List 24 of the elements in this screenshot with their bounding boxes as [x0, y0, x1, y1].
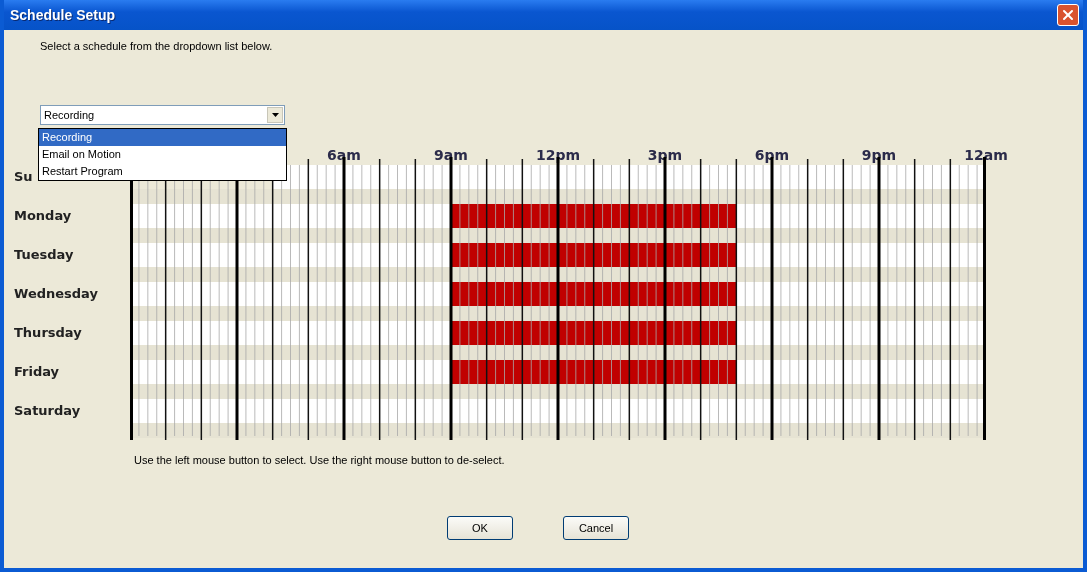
day-label: Wednesday — [14, 285, 98, 303]
day-label: Tuesday — [14, 246, 74, 264]
time-label: 9am — [433, 147, 469, 165]
day-label: Thursday — [14, 324, 82, 342]
schedule-dropdown[interactable]: Recording — [40, 105, 285, 125]
close-icon — [1060, 7, 1076, 23]
time-label: 6am — [326, 147, 362, 165]
time-label: 3pm — [646, 147, 684, 165]
day-label: Saturday — [14, 402, 81, 420]
close-button[interactable] — [1057, 4, 1079, 26]
cancel-button[interactable]: Cancel — [563, 516, 629, 540]
window-title: Schedule Setup — [10, 7, 116, 23]
hint-text: Use the left mouse button to select. Use the right mouse button to de-select. — [134, 454, 506, 466]
instruction-text: Select a schedule from the dropdown list below. — [40, 40, 274, 52]
time-label: 9pm — [860, 147, 898, 165]
time-label: 6pm — [753, 147, 791, 165]
day-label: Su — [14, 168, 33, 186]
caret-icon — [271, 113, 279, 117]
day-label: Monday — [14, 207, 72, 225]
dropdown-arrow-button[interactable] — [267, 107, 283, 123]
time-label: 12am — [963, 147, 1009, 165]
ok-button[interactable]: OK — [447, 516, 513, 540]
day-label: Friday — [14, 363, 60, 381]
dropdown-option[interactable]: Recording — [39, 129, 286, 146]
